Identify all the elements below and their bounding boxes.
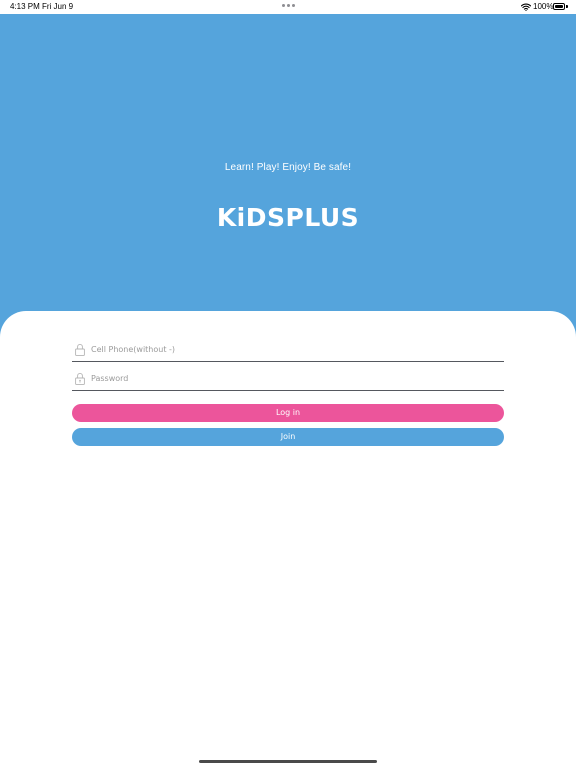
home-indicator[interactable]: [199, 760, 377, 763]
status-time: 4:13 PM: [10, 2, 40, 11]
lock-icon: [75, 343, 85, 356]
hero-banner: [0, 14, 576, 344]
battery-icon: [553, 3, 569, 11]
phone-input[interactable]: [91, 341, 491, 358]
password-field: [72, 368, 504, 391]
wifi-icon: [521, 3, 531, 11]
password-input[interactable]: [91, 370, 491, 387]
status-date: Fri Jun 9: [42, 2, 74, 11]
multitasking-dots-icon[interactable]: [282, 4, 296, 8]
join-button-label: Join: [280, 432, 296, 441]
phone-field: [72, 339, 504, 362]
status-bar: 4:13 PM Fri Jun 9 100%: [0, 0, 576, 14]
battery-percentage: 100%: [533, 2, 554, 11]
lock-icon: [75, 372, 85, 385]
kidsplus-logo: KiDSPLUS: [216, 203, 360, 232]
login-button[interactable]: Log in: [72, 404, 504, 422]
tagline: Learn! Play! Enjoy! Be safe!: [224, 162, 352, 173]
join-button[interactable]: Join: [72, 428, 504, 446]
login-button-label: Log in: [275, 408, 301, 417]
